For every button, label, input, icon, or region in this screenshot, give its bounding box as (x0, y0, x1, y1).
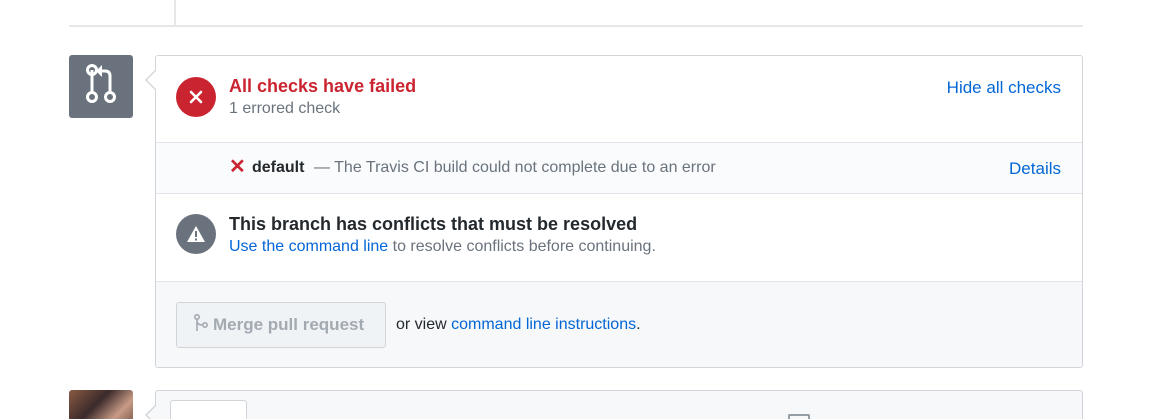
merge-alt-prefix: or view (396, 316, 452, 333)
merge-alternative: or view command line instructions. (396, 316, 641, 334)
checks-summary: All checks have failed 1 errored check H… (156, 56, 1082, 142)
timeline-divider (69, 25, 1083, 27)
markdown-icon[interactable] (788, 414, 810, 419)
conflict-title: This branch has conflicts that must be r… (229, 214, 638, 234)
merge-actions: Merge pull request or view command line … (156, 281, 1082, 367)
tab-write[interactable] (170, 400, 247, 419)
timeline-line (174, 0, 176, 26)
merge-status-box: All checks have failed 1 errored check H… (155, 55, 1083, 368)
merge-button-label: Merge pull request (213, 315, 365, 334)
merge-pull-request-button[interactable]: Merge pull request (176, 302, 386, 348)
check-name: default (252, 159, 305, 176)
merge-box-caret-fill (147, 71, 156, 89)
checks-title: All checks have failed (229, 76, 417, 96)
git-pull-request-icon (84, 62, 118, 111)
conflict-description-text: to resolve conflicts before continuing. (388, 238, 656, 255)
check-details-link[interactable]: Details (1009, 159, 1061, 179)
comment-box-caret-fill (147, 406, 156, 419)
command-line-instructions-link[interactable]: command line instructions (451, 316, 636, 333)
merge-alt-suffix: . (636, 316, 641, 333)
check-item: ✕ default — The Travis CI build could no… (156, 142, 1082, 194)
checks-subtitle: 1 errored check (229, 100, 341, 117)
pull-request-badge (69, 55, 133, 118)
check-description: — The Travis CI build could not complete… (314, 159, 716, 176)
alert-icon (176, 214, 216, 254)
conflict-notice: This branch has conflicts that must be r… (156, 194, 1082, 281)
command-line-link[interactable]: Use the command line (229, 238, 388, 255)
conflict-description: Use the command line to resolve conflict… (229, 238, 656, 256)
hide-all-checks-link[interactable]: Hide all checks (947, 78, 1061, 98)
comment-form (155, 390, 1083, 419)
x-icon: ✕ (229, 156, 246, 178)
avatar[interactable] (69, 390, 133, 419)
git-merge-icon (193, 313, 213, 337)
x-icon (176, 77, 216, 117)
